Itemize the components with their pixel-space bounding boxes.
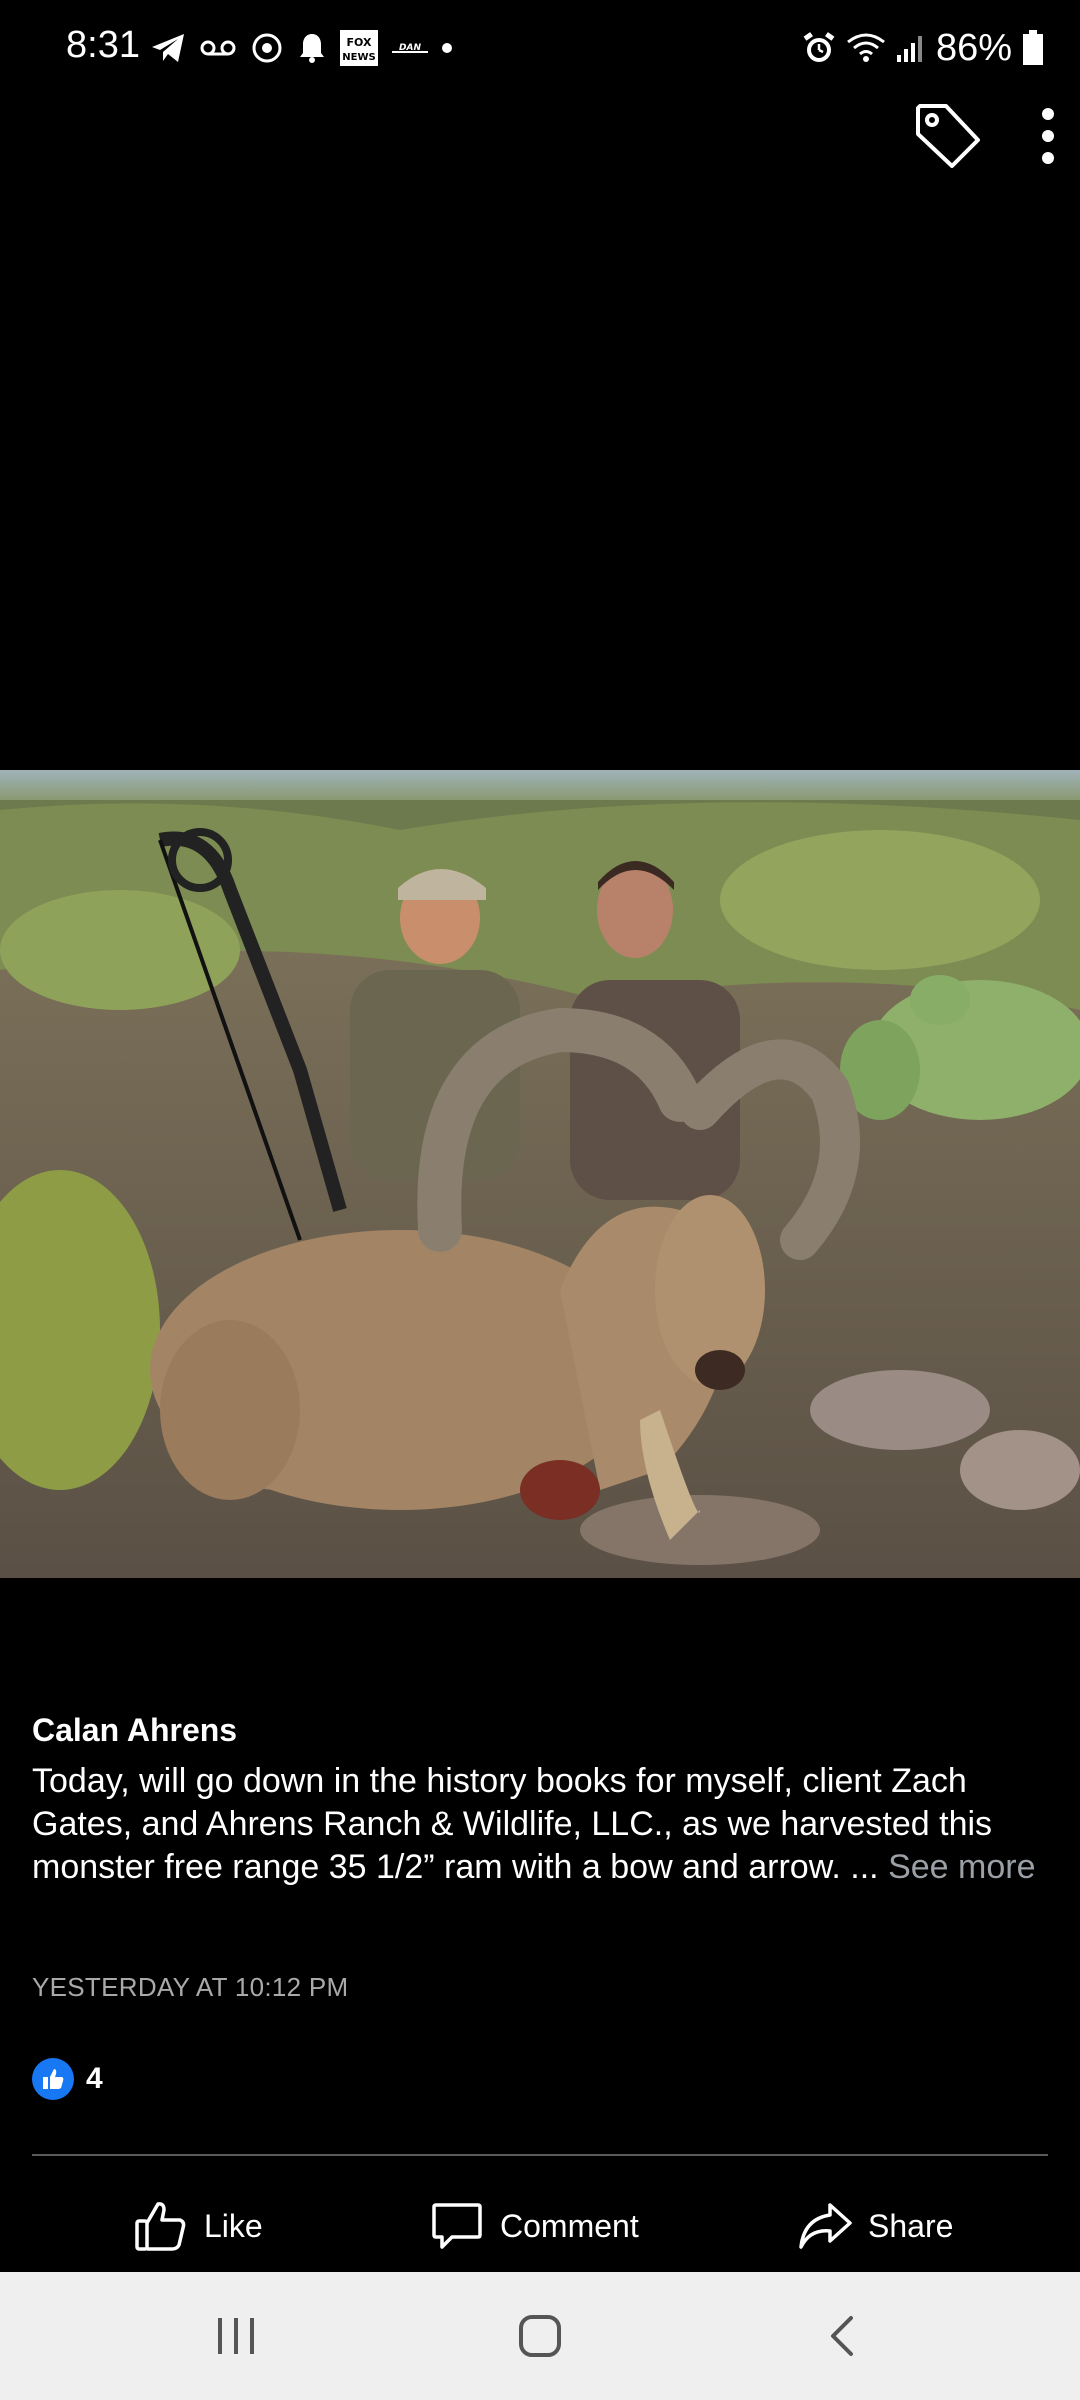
like-button[interactable]: Like <box>134 2176 263 2276</box>
notification-bell-icon <box>298 32 326 64</box>
system-nav-bar <box>0 2272 1080 2400</box>
action-bar: Like Comment Share <box>0 2176 1080 2276</box>
comment-label: Comment <box>500 2207 639 2244</box>
signal-icon <box>896 33 926 63</box>
recents-icon[interactable] <box>206 2308 266 2364</box>
status-icons-right: 86% <box>802 24 1044 72</box>
status-time: 8:31 <box>66 24 140 66</box>
reactions-summary[interactable]: 4 <box>32 2058 103 2100</box>
post-photo[interactable] <box>0 770 1080 1578</box>
home-icon[interactable] <box>510 2308 570 2364</box>
top-actions <box>912 100 1060 172</box>
comment-button[interactable]: Comment <box>430 2176 639 2276</box>
reaction-count: 4 <box>86 2062 103 2095</box>
see-more-link[interactable]: See more <box>888 1848 1035 1886</box>
post-text: Today, will go down in the history books… <box>32 1760 1052 1889</box>
alarm-icon <box>802 31 836 65</box>
status-icons-left: FOX NEWS DAN <box>150 26 452 70</box>
share-label: Share <box>868 2207 954 2244</box>
svg-text:FOX: FOX <box>347 36 372 49</box>
sync-icon <box>250 31 284 65</box>
share-icon <box>798 2199 852 2253</box>
back-icon[interactable] <box>812 2308 872 2364</box>
post-timestamp: YESTERDAY AT 10:12 PM <box>32 1972 349 2002</box>
post-author[interactable]: Calan Ahrens <box>32 1712 237 1749</box>
svg-text:NEWS: NEWS <box>342 52 375 63</box>
like-reaction-icon <box>32 2058 74 2100</box>
voicemail-icon <box>200 37 236 59</box>
share-button[interactable]: Share <box>798 2176 953 2276</box>
thumbs-up-icon <box>134 2199 188 2253</box>
comment-icon <box>430 2199 484 2253</box>
tag-icon[interactable] <box>912 100 984 172</box>
more-dot-icon <box>442 43 452 53</box>
wifi-icon <box>846 32 886 64</box>
status-bar: 8:31 FOX NEWS DAN 86% <box>0 0 1080 96</box>
fox-news-icon: FOX NEWS <box>340 30 378 66</box>
like-label: Like <box>204 2207 263 2244</box>
dan-app-icon: DAN <box>392 41 428 55</box>
divider <box>32 2154 1048 2156</box>
more-vertical-icon[interactable] <box>1036 106 1060 166</box>
telegram-icon <box>150 32 186 64</box>
battery-percentage: 86% <box>935 26 1012 69</box>
svg-text:DAN: DAN <box>399 43 421 53</box>
post-body: Today, will go down in the history books… <box>32 1762 993 1886</box>
battery-icon <box>1022 30 1044 66</box>
